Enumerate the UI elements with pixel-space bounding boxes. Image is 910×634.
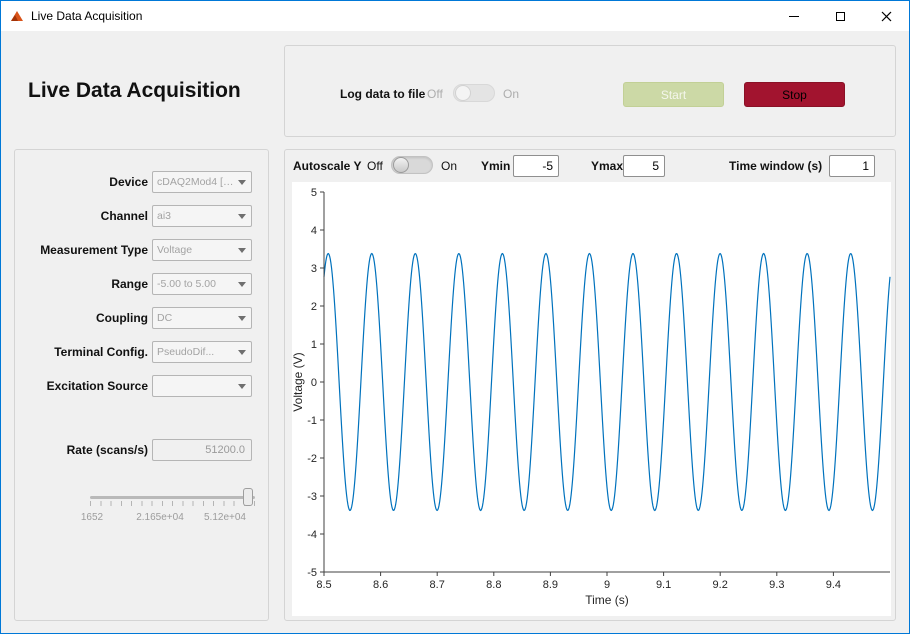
log-data-switch[interactable] — [453, 84, 495, 102]
excitation-source-dropdown[interactable] — [152, 375, 252, 397]
coupling-value: DC — [157, 312, 173, 324]
time-window-label: Time window (s) — [729, 159, 823, 173]
svg-text:9.2: 9.2 — [713, 579, 728, 591]
autoscale-switch[interactable] — [391, 156, 433, 174]
minimize-button[interactable] — [771, 1, 817, 31]
title-bar: Live Data Acquisition — [1, 1, 909, 31]
svg-text:-2: -2 — [307, 453, 317, 465]
measurement-type-dropdown[interactable]: Voltage — [152, 239, 252, 261]
rate-slider-ticks — [90, 501, 255, 506]
svg-text:0: 0 — [311, 377, 317, 389]
svg-text:8.7: 8.7 — [430, 579, 445, 591]
app-window: Live Data Acquisition Live Data Acquisit… — [0, 0, 910, 634]
range-value: -5.00 to 5.00 — [157, 278, 216, 290]
log-switch-knob — [455, 85, 471, 101]
ymin-label: Ymin — [481, 159, 511, 173]
maximize-button[interactable] — [817, 1, 863, 31]
autoscale-label: Autoscale Y — [293, 159, 362, 173]
terminal-config-dropdown[interactable]: PseudoDif... — [152, 341, 252, 363]
chevron-down-icon — [238, 214, 246, 219]
svg-text:9: 9 — [604, 579, 610, 591]
ymax-field[interactable] — [623, 155, 665, 177]
rate-slider: 1652 2.165e+04 5.12e+04 — [81, 486, 255, 530]
close-button[interactable] — [863, 1, 909, 31]
matlab-icon — [9, 8, 25, 24]
chevron-down-icon — [238, 282, 246, 287]
log-panel: Log data to file Off On Start Stop — [284, 45, 896, 137]
coupling-dropdown[interactable]: DC — [152, 307, 252, 329]
ymin-field[interactable] — [513, 155, 559, 177]
window-title: Live Data Acquisition — [31, 9, 143, 23]
time-window-field[interactable] — [829, 155, 875, 177]
svg-text:-3: -3 — [307, 491, 317, 503]
chevron-down-icon — [238, 248, 246, 253]
slider-min-label: 1652 — [80, 512, 104, 523]
range-dropdown[interactable]: -5.00 to 5.00 — [152, 273, 252, 295]
svg-text:9.1: 9.1 — [656, 579, 671, 591]
slider-max-label: 5.12e+04 — [204, 512, 246, 523]
chevron-down-icon — [238, 316, 246, 321]
channel-dropdown[interactable]: ai3 — [152, 205, 252, 227]
svg-text:8.6: 8.6 — [373, 579, 388, 591]
window-controls — [771, 1, 909, 31]
chevron-down-icon — [238, 384, 246, 389]
measurement-type-value: Voltage — [157, 244, 193, 256]
device-label: Device — [109, 175, 148, 189]
app-body: Live Data Acquisition Log data to file O… — [1, 31, 909, 633]
autoscale-on-label: On — [441, 159, 458, 173]
maximize-icon — [835, 11, 845, 21]
chevron-down-icon — [238, 350, 246, 355]
svg-text:1: 1 — [311, 339, 317, 351]
rate-slider-thumb[interactable] — [243, 488, 254, 506]
autoscale-switch-knob — [393, 157, 409, 173]
log-switch-off-label: Off — [427, 87, 443, 101]
svg-text:9.4: 9.4 — [826, 579, 841, 591]
svg-text:9.3: 9.3 — [769, 579, 784, 591]
channel-label: Channel — [100, 209, 148, 223]
start-button[interactable]: Start — [623, 82, 724, 107]
waveform-chart: -5 -4 -3 -2 -1 0 1 2 3 4 5 8.5 8.6 8.7 8.8 8.9 9 9.1 9.2 9.… — [292, 182, 891, 616]
svg-text:-5: -5 — [307, 567, 317, 579]
slider-mid-label: 2.165e+04 — [136, 512, 184, 523]
excitation-source-label: Excitation Source — [46, 379, 148, 393]
rate-slider-track[interactable] — [90, 496, 255, 499]
svg-text:8.9: 8.9 — [543, 579, 558, 591]
rate-field[interactable] — [152, 439, 252, 461]
svg-text:4: 4 — [311, 225, 317, 237]
autoscale-off-label: Off — [367, 159, 383, 173]
page-title: Live Data Acquisition — [28, 79, 241, 102]
channel-value: ai3 — [157, 210, 172, 222]
terminal-config-value: PseudoDif... — [157, 346, 215, 358]
measurement-type-label: Measurement Type — [40, 243, 148, 257]
minimize-icon — [789, 15, 799, 17]
chevron-down-icon — [238, 180, 246, 185]
stop-button[interactable]: Stop — [744, 82, 845, 107]
svg-text:Time (s): Time (s) — [585, 593, 629, 607]
svg-text:Voltage (V): Voltage (V) — [292, 352, 305, 411]
svg-text:2: 2 — [311, 301, 317, 313]
svg-text:3: 3 — [311, 263, 317, 275]
svg-text:8.5: 8.5 — [316, 579, 331, 591]
terminal-config-label: Terminal Config. — [54, 345, 148, 359]
coupling-label: Coupling — [96, 311, 148, 325]
ymax-label: Ymax — [591, 159, 624, 173]
rate-label: Rate (scans/s) — [66, 443, 148, 457]
svg-text:-4: -4 — [307, 529, 317, 541]
svg-text:-1: -1 — [307, 415, 317, 427]
close-icon — [881, 11, 891, 21]
device-settings-panel: Device cDAQ2Mod4 [NI 9234] Channel ai3 M… — [14, 149, 269, 621]
device-value: cDAQ2Mod4 [NI 9234] — [157, 176, 236, 188]
log-switch-on-label: On — [503, 87, 520, 101]
svg-text:8.8: 8.8 — [486, 579, 501, 591]
plot-panel: Autoscale Y Off On Ymin Ymax Time window… — [284, 149, 896, 621]
log-data-label: Log data to file — [340, 87, 426, 101]
svg-text:5: 5 — [311, 187, 317, 199]
range-label: Range — [111, 277, 148, 291]
device-dropdown[interactable]: cDAQ2Mod4 [NI 9234] — [152, 171, 252, 193]
